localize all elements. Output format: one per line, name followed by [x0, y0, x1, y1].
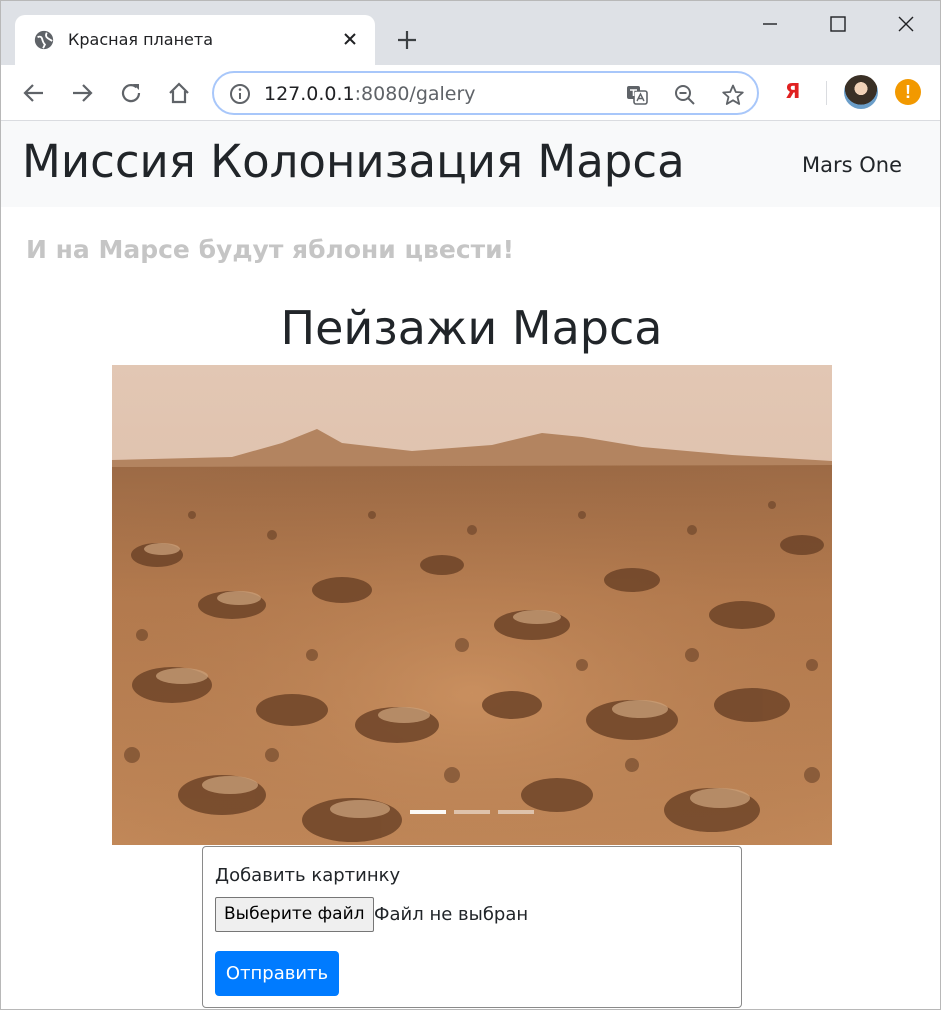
choose-file-button[interactable]: Выберите файл	[215, 897, 374, 932]
carousel-indicator[interactable]	[498, 810, 534, 814]
page-content: Миссия Колонизация Марса Mars One И на М…	[1, 121, 940, 1009]
upload-form: Добавить картинку Выберите файл Файл не …	[202, 846, 742, 1008]
tab-title: Красная планета	[68, 30, 214, 49]
browser-window: Красная планета 127.0.0.1:8080/galery Я …	[0, 0, 941, 1010]
reload-icon[interactable]	[118, 80, 144, 106]
update-alert-icon[interactable]: !	[895, 79, 921, 105]
globe-icon	[34, 30, 54, 50]
new-tab-icon[interactable]	[395, 28, 419, 52]
home-icon[interactable]	[166, 80, 192, 106]
yandex-extension-icon[interactable]: Я	[785, 79, 800, 103]
file-status-text: Файл не выбран	[374, 904, 529, 925]
site-brand[interactable]: Миссия Колонизация Марса	[22, 135, 685, 188]
url-text: 127.0.0.1:8080/galery	[264, 83, 476, 105]
bookmark-star-icon[interactable]	[721, 83, 745, 107]
carousel-indicator[interactable]	[410, 810, 446, 814]
url-host: 127.0.0.1	[264, 83, 355, 105]
nav-link-mars-one[interactable]: Mars One	[802, 153, 902, 177]
carousel-indicator[interactable]	[454, 810, 490, 814]
forward-arrow-icon[interactable]	[69, 80, 95, 106]
tab-strip: Красная планета	[1, 1, 940, 65]
mars-landscape-image	[112, 365, 832, 845]
carousel-indicators	[112, 810, 832, 814]
submit-button[interactable]: Отправить	[215, 951, 339, 996]
info-icon[interactable]	[229, 83, 251, 105]
landscape-carousel[interactable]	[112, 365, 832, 845]
address-bar[interactable]: 127.0.0.1:8080/galery	[212, 71, 759, 115]
profile-avatar[interactable]	[844, 75, 878, 109]
zoom-out-icon[interactable]	[673, 83, 697, 107]
site-motto: И на Марсе будут яблони цвести!	[26, 235, 515, 264]
gallery-title: Пейзажи Марса	[280, 301, 663, 355]
minimize-icon[interactable]	[757, 11, 783, 37]
close-icon[interactable]	[340, 29, 360, 49]
upload-label: Добавить картинку	[215, 865, 401, 886]
maximize-icon[interactable]	[825, 11, 851, 37]
toolbar-separator	[826, 81, 827, 105]
window-close-icon[interactable]	[893, 11, 919, 37]
url-path: :8080/galery	[354, 83, 476, 105]
back-arrow-icon[interactable]	[21, 80, 47, 106]
translate-icon[interactable]	[625, 83, 649, 107]
site-navbar: Миссия Колонизация Марса Mars One	[1, 121, 940, 207]
browser-toolbar: 127.0.0.1:8080/galery Я !	[1, 65, 940, 121]
browser-tab[interactable]: Красная планета	[15, 15, 375, 65]
